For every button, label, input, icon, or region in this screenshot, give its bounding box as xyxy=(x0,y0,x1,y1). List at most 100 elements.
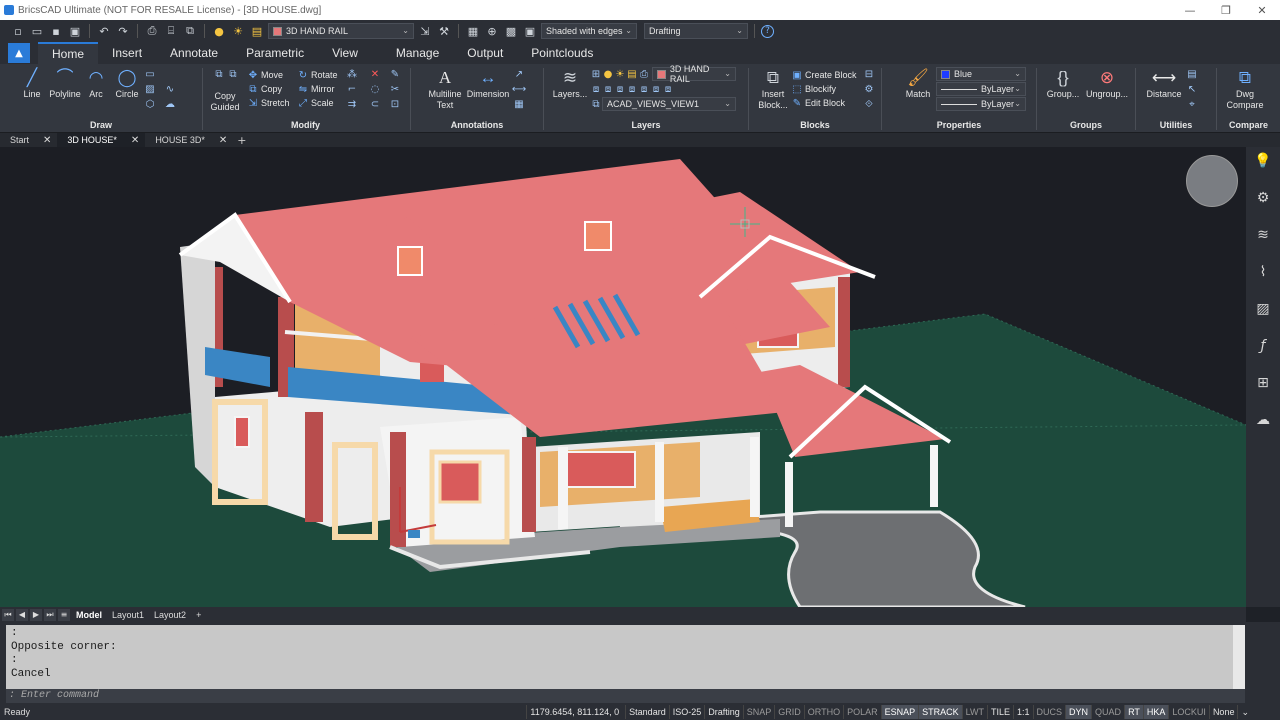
explode-icon[interactable]: ✎ xyxy=(389,68,401,80)
rotate-button[interactable]: ↻ Rotate xyxy=(297,68,338,82)
tab-output[interactable]: Output xyxy=(453,42,517,64)
restore-button[interactable]: ❐ xyxy=(1208,0,1244,20)
tab-view[interactable]: View xyxy=(318,42,382,64)
group-button[interactable]: {} Group... xyxy=(1043,66,1083,100)
sliders-icon[interactable]: ⚙ xyxy=(1253,188,1273,208)
status-menu-chevron-icon[interactable]: ⌄ xyxy=(1237,705,1252,719)
open-folder-icon[interactable]: ▭ xyxy=(29,23,45,39)
layers-button[interactable]: ≋ Layers... xyxy=(550,66,590,100)
layer-bulb-icon[interactable]: ● xyxy=(211,23,227,39)
tab-manage[interactable]: Manage xyxy=(382,42,453,64)
revcloud-icon[interactable]: ☁ xyxy=(164,98,176,110)
hatch-icon[interactable]: ▨ xyxy=(144,83,156,95)
match-button[interactable]: 🖌 Match xyxy=(900,66,936,100)
new-tab-plus-icon[interactable]: + xyxy=(237,134,246,147)
blockify-button[interactable]: ⬚ Blockify xyxy=(791,82,836,96)
drawing-viewport[interactable] xyxy=(0,147,1246,607)
color-dropdown[interactable]: Blue ⌄ xyxy=(936,67,1026,81)
linetype-dropdown[interactable]: ByLayer ⌄ xyxy=(936,82,1026,96)
hatch-library-icon[interactable]: ▨ xyxy=(1253,299,1273,319)
dimension-button[interactable]: ↔ Dimension xyxy=(465,66,511,100)
doc-tab-start[interactable]: Start ✕ xyxy=(0,133,57,147)
match-layer-icon[interactable]: ⇲ xyxy=(417,23,433,39)
lightbulb-icon[interactable]: 💡 xyxy=(1253,151,1273,171)
toggle-scale[interactable]: 1:1 xyxy=(1013,705,1033,719)
edit-block-button[interactable]: ✎ Edit Block xyxy=(791,96,845,110)
layer-bulb-icon[interactable]: ● xyxy=(602,68,614,80)
tab-annotate[interactable]: Annotate xyxy=(156,42,232,64)
help-icon[interactable]: ? xyxy=(761,24,774,38)
layer-merge-icon[interactable]: ⧈ xyxy=(650,83,662,95)
rectangle-icon[interactable]: ▭ xyxy=(144,68,156,80)
calculator-icon[interactable]: ▤ xyxy=(1186,68,1198,80)
table-icon[interactable]: ▦ xyxy=(513,98,525,110)
toggle-lwt[interactable]: LWT xyxy=(961,705,987,719)
circle-button[interactable]: ◯ Circle xyxy=(113,66,141,100)
quick-select-icon[interactable]: ⌖ xyxy=(1186,98,1198,110)
block-replace-icon[interactable]: ⟐ xyxy=(863,98,875,110)
layer-print-icon[interactable]: ⎙ xyxy=(638,68,650,80)
doc-tab-3d-house[interactable]: 3D HOUSE* ✕ xyxy=(57,133,146,147)
layer-walk-icon[interactable]: ⧈ xyxy=(638,83,650,95)
lineweight-dropdown[interactable]: ByLayer ⌄ xyxy=(936,97,1026,111)
layer-lock-icon[interactable]: ▤ xyxy=(626,68,638,80)
toggle-snap[interactable]: SNAP xyxy=(742,705,775,719)
structure-icon[interactable]: ⊞ xyxy=(1253,373,1273,393)
layout-icon[interactable]: ▦ xyxy=(465,23,481,39)
dim-style-icon[interactable]: ⟷ xyxy=(512,83,526,95)
display-icon[interactable]: ▣ xyxy=(522,23,538,39)
layer-isolate-icon[interactable]: ⧈ xyxy=(602,83,614,95)
toggle-hka[interactable]: HKA xyxy=(1142,705,1169,719)
line-button[interactable]: ╱ Line xyxy=(18,66,46,100)
layout-tab-model[interactable]: Model xyxy=(72,610,106,620)
toggle-dyn[interactable]: DYN xyxy=(1065,705,1092,719)
minimize-button[interactable]: — xyxy=(1172,0,1208,20)
save-as-icon[interactable]: ▣ xyxy=(67,23,83,39)
cloud-upload-icon[interactable]: ☁ xyxy=(1253,410,1273,430)
prev-layout-icon[interactable]: ◀ xyxy=(16,608,28,621)
command-input[interactable]: : Enter command xyxy=(6,689,1245,703)
undo-icon[interactable]: ↶ xyxy=(96,23,112,39)
dwg-compare-button[interactable]: ⧉ Dwg Compare xyxy=(1223,66,1267,111)
scale-button[interactable]: ⤢ Scale xyxy=(297,96,334,110)
offset-icon[interactable]: ◌ xyxy=(369,83,381,95)
move-button[interactable]: ✥ Move xyxy=(247,68,283,82)
mirror-button[interactable]: ⇋ Mirror xyxy=(297,82,335,96)
polyline-button[interactable]: ⌒ Polyline xyxy=(47,66,83,100)
layout-tab-layout1[interactable]: Layout1 xyxy=(108,610,148,620)
view-navigator-icon[interactable] xyxy=(1186,155,1238,207)
last-layout-icon[interactable]: ⏭ xyxy=(44,608,56,621)
publish-icon[interactable]: ⧉ xyxy=(182,23,198,39)
toggle-quad[interactable]: QUAD xyxy=(1091,705,1124,719)
layer-states-icon[interactable]: ⧉ xyxy=(590,98,602,110)
status-workspace[interactable]: Drafting xyxy=(704,705,743,719)
close-icon[interactable]: ✕ xyxy=(219,135,227,146)
status-text-style[interactable]: Standard xyxy=(625,705,669,719)
leader-icon[interactable]: ↗ xyxy=(513,68,525,80)
layer-combo[interactable]: 3D HAND RAIL ⌄ xyxy=(268,23,414,39)
stretch-button[interactable]: ⇲ Stretch xyxy=(247,96,290,110)
toggle-rt[interactable]: RT xyxy=(1124,705,1143,719)
print-preview-icon[interactable]: ⌸ xyxy=(163,23,179,39)
tab-parametric[interactable]: Parametric xyxy=(232,42,318,64)
layer-state-dropdown[interactable]: ACAD_VIEWS_VIEW1 ⌄ xyxy=(602,97,736,111)
toggle-ortho[interactable]: ORTHO xyxy=(803,705,843,719)
status-dim-style[interactable]: ISO-25 xyxy=(668,705,705,719)
select-icon[interactable]: ↖ xyxy=(1186,83,1198,95)
add-layout-plus-icon[interactable]: + xyxy=(192,610,205,620)
toggle-grid[interactable]: GRID xyxy=(774,705,804,719)
toggle-strack[interactable]: STRACK xyxy=(918,705,962,719)
next-layout-icon[interactable]: ▶ xyxy=(30,608,42,621)
close-icon[interactable]: ✕ xyxy=(43,135,51,146)
layer-sun-icon[interactable]: ☀ xyxy=(614,68,626,80)
spline-icon[interactable]: ∿ xyxy=(164,83,176,95)
selection-filter-dropdown[interactable]: None xyxy=(1208,705,1238,719)
visual-style-combo[interactable]: Shaded with edges ⌄ xyxy=(541,23,637,39)
layers-icon[interactable]: ≋ xyxy=(1253,225,1273,245)
block-settings-icon[interactable]: ⚙ xyxy=(863,83,875,95)
toggle-polar[interactable]: POLAR xyxy=(843,705,881,719)
properties-icon[interactable]: ⚒ xyxy=(436,23,452,39)
toggle-tile[interactable]: TILE xyxy=(986,705,1013,719)
layer-match-icon[interactable]: ⧈ xyxy=(626,83,638,95)
new-file-icon[interactable]: ▫ xyxy=(10,23,26,39)
